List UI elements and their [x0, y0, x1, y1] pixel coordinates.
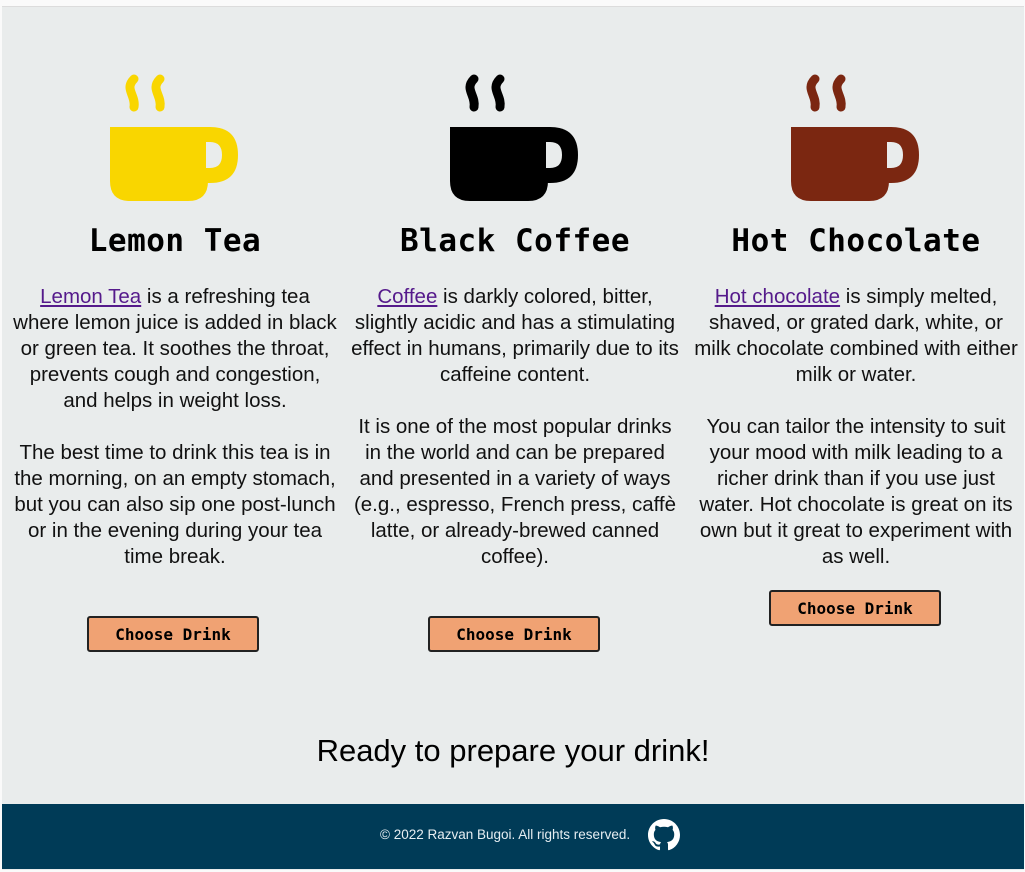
drink-title: Black Coffee	[400, 223, 630, 259]
copyright-text: © 2022 Razvan Bugoi. All rights reserved…	[380, 827, 631, 842]
drink-description: Coffee is darkly colored, bitter, slight…	[350, 284, 680, 596]
ready-heading: Ready to prepare your drink!	[316, 733, 710, 768]
coffee-cup-icon	[791, 71, 921, 201]
drink-description: Hot chocolate is simply melted, shaved, …	[691, 284, 1021, 596]
drink-description: Lemon Tea is a refreshing tea where lemo…	[10, 284, 340, 596]
drink-title: Lemon Tea	[88, 223, 262, 259]
choose-drink-button-black-coffee[interactable]: Choose Drink	[428, 616, 600, 652]
coffee-cup-icon	[450, 71, 580, 201]
page: Lemon Tea Lemon Tea is a refreshing tea …	[2, 6, 1024, 870]
choose-drink-button-lemon-tea[interactable]: Choose Drink	[87, 616, 259, 652]
description-text-2: You can tailor the intensity to suit you…	[699, 415, 1013, 568]
drink-link[interactable]: Coffee	[377, 285, 437, 308]
description-text-2: It is one of the most popular drinks in …	[353, 415, 677, 568]
footer: © 2022 Razvan Bugoi. All rights reserved…	[2, 804, 1024, 869]
coffee-cup-icon	[110, 71, 240, 201]
drink-title: Hot Chocolate	[731, 223, 981, 259]
drink-link[interactable]: Hot chocolate	[715, 285, 840, 308]
drink-link[interactable]: Lemon Tea	[40, 285, 141, 308]
description-text-2: The best time to drink this tea is in th…	[14, 441, 336, 568]
choose-drink-button-hot-chocolate[interactable]: Choose Drink	[769, 590, 941, 626]
github-icon[interactable]	[648, 819, 680, 851]
